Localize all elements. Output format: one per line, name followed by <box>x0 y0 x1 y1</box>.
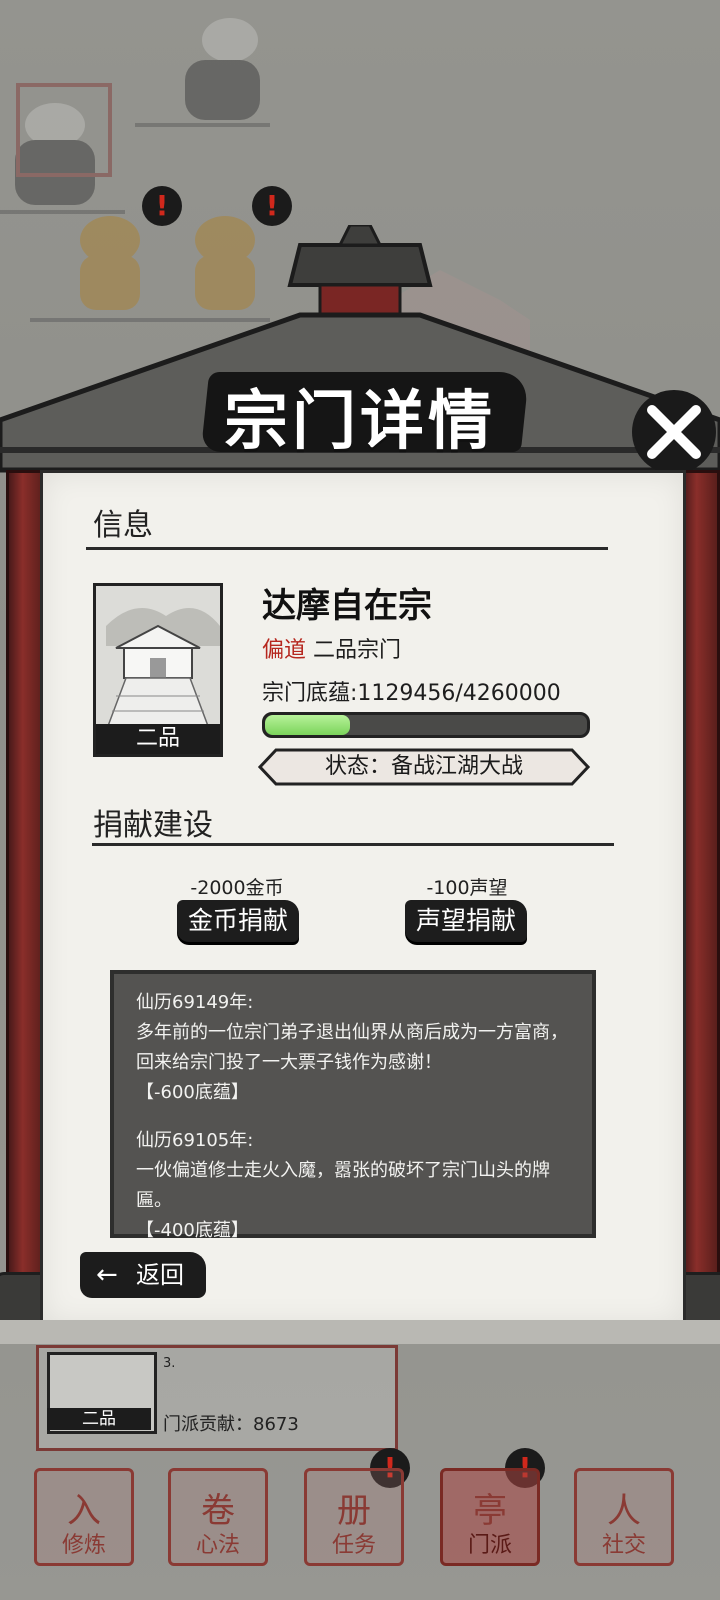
pavilion-icon: 亭 <box>473 1491 507 1531</box>
alert-badge[interactable]: ! <box>252 186 292 226</box>
nav-social[interactable]: 人 社交 <box>574 1468 674 1566</box>
nav-label: 社交 <box>601 1533 646 1558</box>
foundation-progress-bar <box>262 712 590 738</box>
dialog-title: 宗门详情 <box>224 384 496 459</box>
nav-cultivate[interactable]: 入 修炼 <box>34 1468 134 1566</box>
close-button[interactable] <box>632 390 716 474</box>
exclamation-icon: ! <box>265 189 279 222</box>
sect-name: 达摩自在宗 <box>262 586 432 626</box>
right-pillar <box>680 470 720 1316</box>
log-effect: 【-400底蕴】 <box>136 1220 249 1241</box>
log-text: 一伙偏道修士走火入魔，嚣张的破坏了宗门山头的牌匾。 <box>136 1160 550 1211</box>
close-x-icon <box>647 405 701 459</box>
people-icon: 人 <box>607 1491 641 1531</box>
background-line-3: 3. <box>163 1356 176 1371</box>
donate-heading: 捐献建设 <box>93 808 213 843</box>
status-banner: 状态：备战江湖大战 <box>258 748 590 786</box>
info-divider <box>86 547 608 550</box>
background-sect-card: 二品 3. 门派贡献：8673 <box>36 1345 398 1451</box>
foundation-progress-fill <box>265 715 351 735</box>
panel-bottom-ledge <box>0 1320 720 1344</box>
nav-label: 修炼 <box>61 1533 106 1558</box>
cultivate-icon: 入 <box>67 1491 101 1531</box>
sect-rank: 二品宗门 <box>313 638 402 663</box>
back-label: 返回 <box>136 1261 184 1289</box>
donate-divider <box>92 843 614 846</box>
log-effect: 【-600底蕴】 <box>136 1082 249 1103</box>
gold-donate-button[interactable]: 金币捐献 <box>177 900 299 942</box>
log-text: 多年前的一位宗门弟子退出仙界从商后成为一方富商，回来给宗门投了一大票子钱作为感谢… <box>136 1022 568 1073</box>
nav-label: 心法 <box>195 1533 240 1558</box>
nav-label: 门派 <box>467 1533 512 1558</box>
status-text: 状态：备战江湖大战 <box>324 754 523 779</box>
background-sect-caption: 二品 <box>47 1408 151 1430</box>
arrow-left-icon: ← <box>96 1260 118 1290</box>
exclamation-icon: ! <box>155 189 169 222</box>
info-heading: 信息 <box>93 508 153 543</box>
book-icon: 册 <box>337 1491 371 1531</box>
nav-label: 任务 <box>331 1533 376 1558</box>
sect-foundation: 宗门底蕴:1129456/4260000 <box>262 681 561 706</box>
log-year: 仙历69105年: <box>136 1130 254 1151</box>
scroll-icon: 卷 <box>201 1491 235 1531</box>
fame-cost: -100声望 <box>426 877 508 899</box>
sect-alignment: 偏道 <box>262 638 307 663</box>
sect-rank-caption: 二品 <box>96 724 220 754</box>
sect-building-illustration <box>96 586 220 727</box>
event-log[interactable]: 仙历69149年: 多年前的一位宗门弟子退出仙界从商后成为一方富商，回来给宗门投… <box>110 970 596 1241</box>
nav-sect[interactable]: 亭 门派 <box>440 1468 540 1566</box>
fame-donate-button[interactable]: 声望捐献 <box>405 900 527 942</box>
nav-techniques[interactable]: 卷 心法 <box>168 1468 268 1566</box>
gold-cost: -2000金币 <box>190 877 284 899</box>
sect-type-line: 偏道 二品宗门 <box>262 632 401 664</box>
log-year: 仙历69149年: <box>136 992 254 1013</box>
back-button[interactable]: ← 返回 <box>80 1252 206 1298</box>
sect-contribution: 门派贡献：8673 <box>163 1414 299 1435</box>
alert-badge[interactable]: ! <box>142 186 182 226</box>
sect-thumbnail: 二品 <box>93 583 223 757</box>
nav-tasks[interactable]: 册 任务 <box>304 1468 404 1566</box>
